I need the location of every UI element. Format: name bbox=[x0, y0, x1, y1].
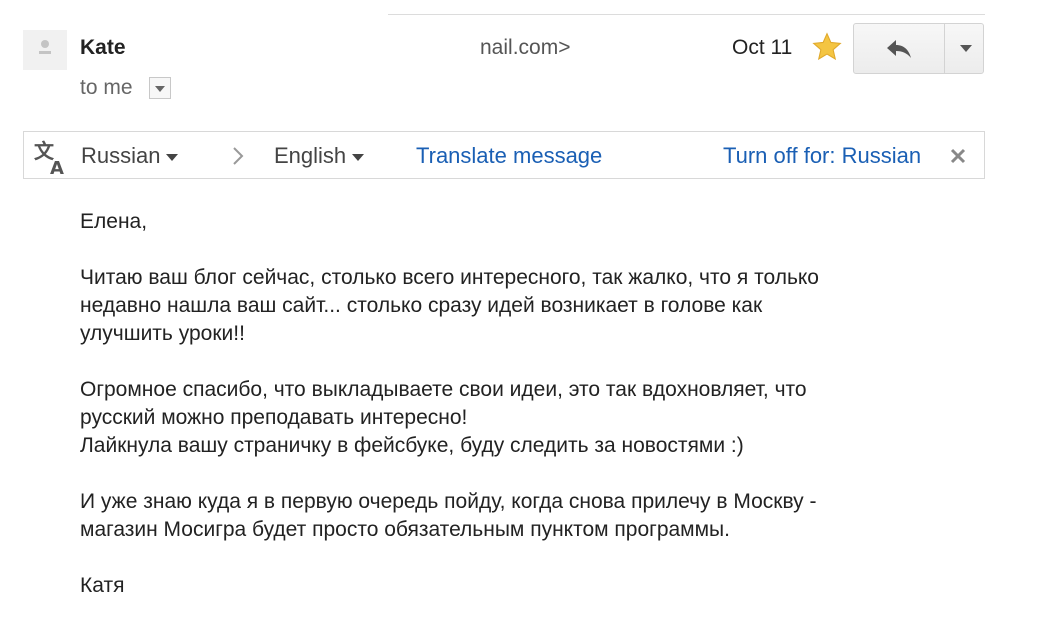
header-divider bbox=[388, 14, 985, 15]
reply-button-group bbox=[853, 23, 984, 74]
show-details-button[interactable] bbox=[149, 77, 171, 99]
reply-button[interactable] bbox=[854, 24, 945, 73]
message-signature: Катя bbox=[80, 574, 125, 597]
chevron-down-icon bbox=[960, 45, 972, 52]
sender-email: nail.com> bbox=[480, 36, 571, 59]
turn-off-translation-link[interactable]: Turn off for: Russian bbox=[723, 144, 921, 168]
message-greeting: Елена, bbox=[80, 210, 148, 233]
person-icon bbox=[39, 40, 51, 54]
sender-name[interactable]: Kate bbox=[80, 39, 126, 63]
close-icon[interactable] bbox=[950, 148, 966, 164]
message-paragraph: Читаю ваш блог сейчас, столько всего инт… bbox=[80, 266, 819, 345]
chevron-down-icon bbox=[166, 153, 179, 161]
chevron-down-icon bbox=[155, 86, 165, 92]
reply-icon bbox=[887, 40, 911, 58]
translate-bar: 文 A Russian English Translate message Tu… bbox=[23, 131, 985, 179]
more-options-button[interactable] bbox=[945, 24, 983, 73]
message-date: Oct 11 bbox=[732, 36, 793, 59]
translate-message-link[interactable]: Translate message bbox=[416, 144, 602, 168]
message-body: Елена, Читаю ваш блог сейчас, столько вс… bbox=[80, 208, 980, 628]
message-paragraph: Огромное спасибо, что выкладываете свои … bbox=[80, 378, 807, 457]
svg-text:A: A bbox=[50, 158, 64, 176]
chevron-right-icon bbox=[233, 147, 244, 165]
source-language-select[interactable]: Russian bbox=[81, 143, 179, 168]
recipient-label: to me bbox=[80, 76, 133, 99]
message-paragraph: И уже знаю куда я в первую очередь пойду… bbox=[80, 490, 817, 541]
source-language-label: Russian bbox=[81, 143, 161, 168]
translate-icon: 文 A bbox=[34, 139, 64, 176]
star-icon[interactable] bbox=[811, 31, 843, 63]
sender-avatar[interactable] bbox=[23, 30, 67, 70]
chevron-down-icon bbox=[352, 153, 365, 161]
target-language-label: English bbox=[274, 143, 347, 168]
target-language-select[interactable]: English bbox=[274, 143, 365, 168]
